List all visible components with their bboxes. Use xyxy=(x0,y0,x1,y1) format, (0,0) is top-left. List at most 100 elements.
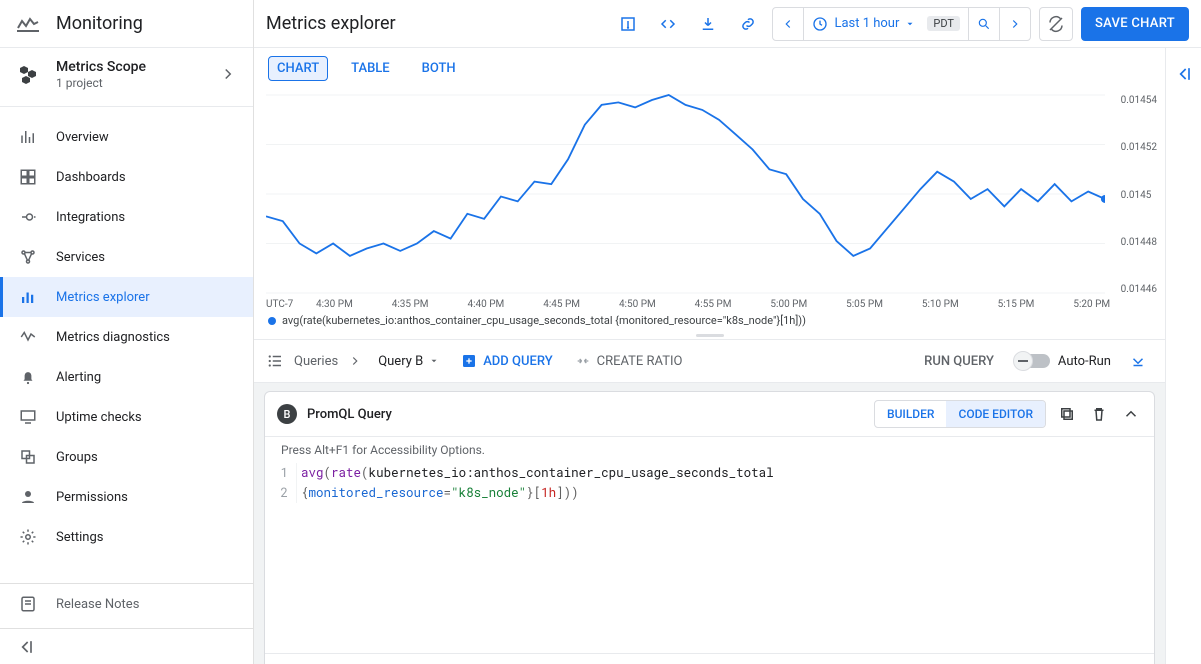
sidebar-item-metrics-diagnostics[interactable]: Metrics diagnostics xyxy=(0,317,253,357)
y-tick-label: 0.01452 xyxy=(1121,142,1157,153)
time-range-group: Last 1 hour PDT xyxy=(772,7,1031,41)
autorun-toggle[interactable]: Auto-Run xyxy=(1016,354,1111,369)
release-notes-label: Release Notes xyxy=(56,597,139,612)
nav-label: Dashboards xyxy=(56,170,126,185)
time-prev-button[interactable] xyxy=(773,8,804,40)
copy-query-button[interactable] xyxy=(1056,403,1078,425)
accessibility-hint: Press Alt+F1 for Accessibility Options. xyxy=(265,437,1154,463)
x-tick-label: 4:40 PM xyxy=(467,299,543,310)
code-editor[interactable]: 1 avg(rate(kubernetes_io:anthos_containe… xyxy=(265,463,1154,503)
code-line: {monitored_resource="k8s_node"}[1h])) xyxy=(297,483,1154,503)
auto-refresh-toggle[interactable] xyxy=(1039,7,1073,41)
time-zoom-button[interactable] xyxy=(969,8,1000,40)
monitoring-logo-icon xyxy=(16,12,40,36)
x-tick-label: 5:05 PM xyxy=(846,299,922,310)
legend-row: avg(rate(kubernetes_io:anthos_container_… xyxy=(254,310,1165,333)
view-tabs: CHART TABLE BOTH xyxy=(268,56,1151,81)
x-tick-label: 4:45 PM xyxy=(543,299,619,310)
scope-subtitle: 1 project xyxy=(56,76,146,90)
editor-mode-toggle: BUILDER CODE EDITOR xyxy=(874,400,1046,428)
sidebar-item-groups[interactable]: Groups xyxy=(0,437,253,477)
sidebar-item-metrics-explorer[interactable]: Metrics explorer xyxy=(0,277,253,317)
analytics-icon xyxy=(16,125,40,149)
x-tick-label: 5:15 PM xyxy=(998,299,1074,310)
current-query-selector[interactable]: Query B xyxy=(372,350,445,373)
nav-label: Integrations xyxy=(56,210,125,225)
collapse-card-button[interactable] xyxy=(1120,403,1142,425)
nav-label: Groups xyxy=(56,450,98,465)
code-editor-mode-button[interactable]: CODE EDITOR xyxy=(946,401,1045,427)
code-line: avg(rate(kubernetes_io:anthos_container_… xyxy=(297,463,1154,483)
nav-label: Permissions xyxy=(56,490,128,505)
sidebar-item-alerting[interactable]: Alerting xyxy=(0,357,253,397)
builder-mode-button[interactable]: BUILDER xyxy=(875,401,946,427)
plug-icon xyxy=(16,205,40,229)
nav-label: Metrics explorer xyxy=(56,290,150,305)
run-query-button[interactable]: RUN QUERY xyxy=(914,348,1004,375)
download-button[interactable] xyxy=(692,8,724,40)
sidebar-collapse-button[interactable] xyxy=(0,628,253,664)
x-tick-label: 5:00 PM xyxy=(770,299,846,310)
monitor-icon xyxy=(16,405,40,429)
hexagon-cluster-icon xyxy=(16,62,40,86)
caret-down-icon xyxy=(429,356,439,366)
chevron-right-icon xyxy=(219,65,237,83)
save-chart-button[interactable]: SAVE CHART xyxy=(1081,7,1189,41)
y-tick-label: 0.01448 xyxy=(1121,237,1157,248)
nav-label: Services xyxy=(56,250,105,265)
sidebar-item-overview[interactable]: Overview xyxy=(0,117,253,157)
timezone-chip: PDT xyxy=(927,16,960,31)
add-query-button[interactable]: ADD QUERY xyxy=(455,349,558,373)
bar-chart-icon xyxy=(16,285,40,309)
x-tick-label: 5:10 PM xyxy=(922,299,998,310)
chart-canvas[interactable]: 0.014540.014520.01450.014480.01446 xyxy=(254,89,1165,299)
query-badge: B xyxy=(277,404,297,424)
metrics-scope-selector[interactable]: Metrics Scope 1 project xyxy=(0,48,253,100)
collapse-queries-button[interactable] xyxy=(1123,348,1153,374)
query-card: B PromQL Query BUILDER CODE EDITOR xyxy=(264,391,1155,664)
x-tick-label: 4:50 PM xyxy=(619,299,695,310)
nav-label: Metrics diagnostics xyxy=(56,330,170,345)
code-button[interactable] xyxy=(652,8,684,40)
nav-label: Settings xyxy=(56,530,103,545)
sidebar-item-settings[interactable]: Settings xyxy=(0,517,253,557)
release-notes-link[interactable]: Release Notes xyxy=(0,584,253,624)
diagnostics-icon xyxy=(16,325,40,349)
tz-label: UTC-7 xyxy=(266,299,316,310)
collapse-right-icon xyxy=(1174,64,1194,84)
notes-icon xyxy=(16,592,40,616)
right-panel-expand-button[interactable] xyxy=(1174,64,1194,84)
y-tick-label: 0.01446 xyxy=(1121,284,1157,295)
sync-off-icon xyxy=(1047,15,1065,33)
time-range-label: Last 1 hour xyxy=(834,16,899,31)
scope-title: Metrics Scope xyxy=(56,58,146,76)
sidebar-item-integrations[interactable]: Integrations xyxy=(0,197,253,237)
top-bar: Metrics explorer Last 1 hour PDT SA xyxy=(254,0,1201,48)
sidebar-item-services[interactable]: Services xyxy=(0,237,253,277)
nodes-icon xyxy=(16,245,40,269)
x-axis-labels: UTC-74:30 PM4:35 PM4:40 PM4:45 PM4:50 PM… xyxy=(254,299,1165,310)
tab-both[interactable]: BOTH xyxy=(413,56,465,81)
x-tick-label: 4:30 PM xyxy=(316,299,392,310)
x-tick-label: 4:35 PM xyxy=(392,299,468,310)
tab-table[interactable]: TABLE xyxy=(342,56,399,81)
chevron-down-bar-icon xyxy=(1129,352,1147,370)
dashboard-icon xyxy=(16,165,40,189)
link-button[interactable] xyxy=(732,8,764,40)
time-range-button[interactable]: Last 1 hour PDT xyxy=(804,8,969,40)
gear-icon xyxy=(16,525,40,549)
plus-box-icon xyxy=(461,353,477,369)
tab-chart[interactable]: CHART xyxy=(268,56,328,81)
time-next-button[interactable] xyxy=(1000,8,1030,40)
query-toolbar: Queries Query B ADD QUERY CREATE RA xyxy=(254,339,1165,383)
sidebar-item-dashboards[interactable]: Dashboards xyxy=(0,157,253,197)
sidebar-item-uptime-checks[interactable]: Uptime checks xyxy=(0,397,253,437)
sidebar-item-permissions[interactable]: Permissions xyxy=(0,477,253,517)
save-view-button[interactable] xyxy=(612,8,644,40)
group-icon xyxy=(16,445,40,469)
query-card-title: PromQL Query xyxy=(307,407,392,422)
delete-query-button[interactable] xyxy=(1088,403,1110,425)
line-number: 1 xyxy=(265,463,297,483)
create-ratio-button[interactable]: CREATE RATIO xyxy=(569,349,689,373)
bell-icon xyxy=(16,365,40,389)
